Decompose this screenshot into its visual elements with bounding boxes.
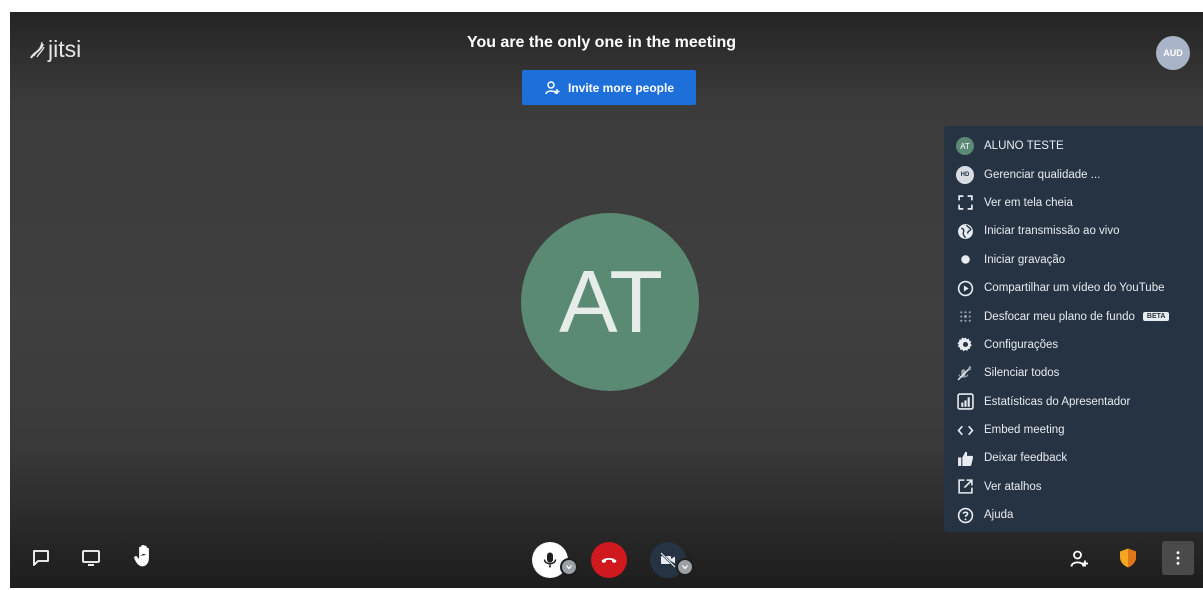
hd-icon: HD — [956, 165, 974, 184]
menu-item-blur-background[interactable]: Desfocar meu plano de fundo BETA — [944, 302, 1203, 330]
blur-icon — [959, 311, 971, 322]
menu-item-share-youtube[interactable]: Compartilhar um vídeo do YouTube — [944, 274, 1203, 302]
menu-item-fullscreen[interactable]: Ver em tela cheia — [944, 189, 1203, 217]
menu-item-label: Compartilhar um vídeo do YouTube — [984, 282, 1165, 295]
chevron-down-icon — [566, 565, 572, 570]
chevron-down-icon — [682, 565, 688, 570]
audio-settings-toggle[interactable] — [560, 558, 578, 576]
menu-item-profile[interactable]: AT ALUNO TESTE — [944, 132, 1203, 160]
thumbs-up-icon — [957, 451, 973, 466]
shield-icon — [1120, 548, 1136, 568]
menu-item-view-shortcuts[interactable]: Ver atalhos — [944, 473, 1203, 501]
stats-icon — [956, 393, 974, 410]
raise-hand-button[interactable] — [132, 543, 156, 569]
more-vertical-icon — [1176, 551, 1180, 565]
add-person-icon — [545, 80, 560, 94]
hangup-icon — [601, 558, 617, 563]
menu-item-speaker-stats[interactable]: Estatísticas do Apresentador — [944, 388, 1203, 416]
menu-item-label: Configurações — [984, 338, 1059, 351]
mute-all-icon — [957, 365, 971, 381]
invite-label: Invite more people — [567, 80, 675, 95]
security-options-button[interactable] — [1116, 545, 1140, 571]
menu-item-settings[interactable]: Configurações — [944, 331, 1203, 359]
screen-share-button[interactable] — [80, 547, 102, 569]
menu-item-label: Silenciar todos — [984, 367, 1060, 380]
menu-item-label: Iniciar transmissão ao vivo — [984, 225, 1120, 238]
menu-item-label: Gerenciar qualidade ... — [984, 168, 1101, 181]
globe-icon — [957, 223, 973, 239]
invite-more-people-button[interactable]: Invite more people — [522, 70, 696, 105]
menu-item-label: Desfocar meu plano de fundo — [984, 310, 1135, 323]
more-options-menu: AT ALUNO TESTE HD Gerenciar qualidade ..… — [944, 126, 1203, 532]
camera-off-icon — [660, 552, 676, 568]
menu-item-mute-everyone[interactable]: Silenciar todos — [944, 359, 1203, 387]
avatar-icon: AT — [956, 137, 974, 156]
raise-hand-icon — [134, 545, 149, 567]
microphone-icon — [543, 552, 557, 568]
menu-item-live-stream[interactable]: Iniciar transmissão ao vivo — [944, 217, 1203, 245]
more-options-button[interactable] — [1162, 541, 1194, 575]
video-settings-toggle[interactable] — [676, 558, 694, 576]
menu-item-label: Ajuda — [984, 509, 1014, 522]
menu-item-label: Ver em tela cheia — [984, 196, 1073, 209]
code-icon — [956, 425, 974, 435]
menu-item-leave-feedback[interactable]: Deixar feedback — [944, 444, 1203, 472]
participant-avatar: AT — [521, 213, 699, 391]
screen-share-icon — [82, 550, 100, 566]
menu-item-label: Estatísticas do Apresentador — [984, 395, 1131, 408]
menu-item-label: Deixar feedback — [984, 452, 1068, 465]
menu-item-label: Iniciar gravação — [984, 253, 1066, 266]
participants-invite-button[interactable] — [1067, 547, 1091, 571]
menu-item-help[interactable]: Ajuda — [944, 501, 1203, 529]
play-circle-icon — [957, 280, 973, 296]
menu-item-label: Ver atalhos — [984, 480, 1042, 493]
menu-item-label: ALUNO TESTE — [984, 140, 1064, 153]
meeting-stage: jitsi You are the only one in the meetin… — [10, 12, 1203, 588]
menu-item-embed-meeting[interactable]: Embed meeting — [944, 416, 1203, 444]
add-person-icon — [1070, 550, 1088, 567]
beta-badge: BETA — [1142, 312, 1170, 322]
external-link-icon — [957, 479, 973, 495]
menu-item-start-recording[interactable]: Iniciar gravação — [944, 246, 1203, 274]
local-user-avatar[interactable]: AUD — [1156, 36, 1190, 70]
hangup-button[interactable] — [591, 542, 627, 578]
gear-icon — [956, 337, 972, 352]
meeting-status-title: You are the only one in the meeting — [466, 34, 737, 51]
menu-item-manage-quality[interactable]: HD Gerenciar qualidade ... — [944, 160, 1203, 188]
record-icon — [960, 255, 970, 264]
menu-item-label: Embed meeting — [984, 424, 1065, 437]
help-icon — [957, 507, 973, 523]
fullscreen-icon — [957, 195, 973, 211]
chat-button[interactable] — [30, 547, 52, 569]
chat-icon — [33, 550, 49, 566]
